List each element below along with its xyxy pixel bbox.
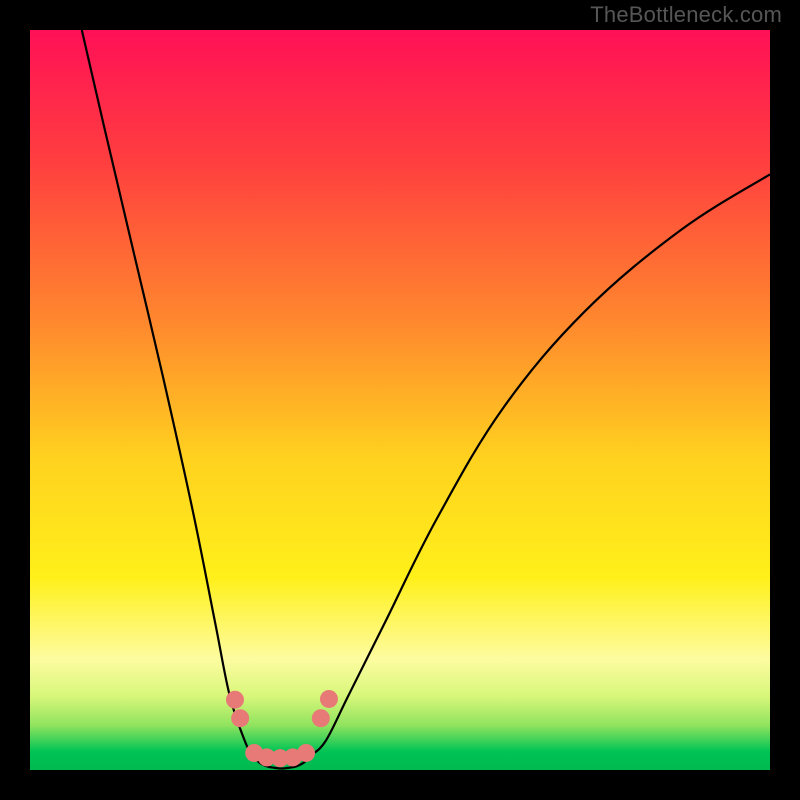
watermark-text: TheBottleneck.com (590, 2, 782, 28)
trough-marker (320, 690, 338, 708)
trough-marker (297, 744, 315, 762)
trough-marker (226, 691, 244, 709)
chart-frame: TheBottleneck.com (0, 0, 800, 800)
trough-marker (231, 709, 249, 727)
bottleneck-chart (0, 0, 800, 800)
trough-marker (312, 709, 330, 727)
gradient-background (30, 30, 770, 770)
